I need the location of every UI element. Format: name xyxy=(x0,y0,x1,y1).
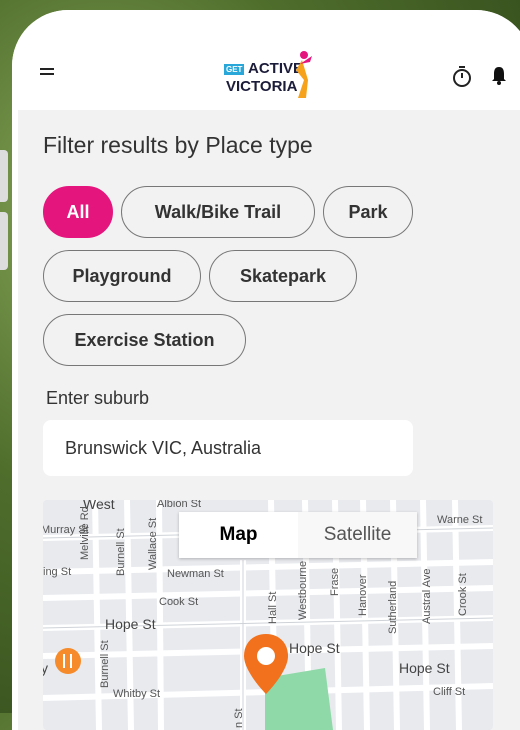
street-label: Hope St xyxy=(105,616,156,632)
restaurant-pin-icon[interactable] xyxy=(53,646,83,676)
logo-figure-icon xyxy=(296,51,312,98)
chip-exercise-station[interactable]: Exercise Station xyxy=(43,314,246,366)
get-active-victoria-logo: GET ACTIVE VICTORIA xyxy=(222,50,314,102)
bell-icon[interactable] xyxy=(490,66,508,86)
street-label: Melville Rd xyxy=(79,506,91,560)
menu-icon[interactable] xyxy=(40,68,54,78)
chip-playground[interactable]: Playground xyxy=(43,250,201,302)
map-type-toggle: Map Satellite xyxy=(179,512,417,558)
map-button[interactable]: Map xyxy=(179,512,298,558)
street-label: Burnell St xyxy=(99,640,111,688)
app-header: GET ACTIVE VICTORIA xyxy=(12,10,520,110)
chip-walk-bike-trail[interactable]: Walk/Bike Trail xyxy=(121,186,315,238)
street-label: Frase xyxy=(329,567,341,596)
suburb-input[interactable] xyxy=(43,420,413,476)
street-label: Wallace St xyxy=(147,517,159,570)
chip-all[interactable]: All xyxy=(43,186,113,238)
chip-skatepark[interactable]: Skatepark xyxy=(209,250,357,302)
background-edge xyxy=(0,150,8,202)
suburb-label: Enter suburb xyxy=(46,388,150,408)
street-label: y xyxy=(43,660,48,676)
street-label: Warne St xyxy=(437,514,483,526)
street-label: Hall St xyxy=(267,591,279,624)
street-label: Crook St xyxy=(457,573,469,616)
street-label: Sutherland xyxy=(387,580,399,634)
street-label: ing St xyxy=(43,566,72,578)
street-label: n St xyxy=(233,708,245,728)
location-pin-icon[interactable] xyxy=(242,632,290,696)
satellite-button[interactable]: Satellite xyxy=(298,512,417,558)
street-label: Westbourne xyxy=(297,560,309,620)
street-label: Austral Ave xyxy=(421,568,433,624)
stopwatch-icon[interactable] xyxy=(452,66,472,88)
app-screen: GET ACTIVE VICTORIA Filter results by Pl… xyxy=(12,10,520,730)
street-label: Cliff St xyxy=(433,686,466,698)
street-label: Newman St xyxy=(167,568,224,580)
filter-panel: Filter results by Place type All Walk/Bi… xyxy=(18,110,520,730)
street-label: Hanover xyxy=(357,574,369,616)
street-label: Burnell St xyxy=(115,528,127,576)
street-label: Hope St xyxy=(399,660,450,676)
background-edge xyxy=(0,212,8,270)
map-view[interactable]: West Albion St Murray St Warne St ing St… xyxy=(43,500,493,730)
street-label: Hope St xyxy=(289,640,340,656)
section-title: Filter results by Place type xyxy=(43,132,313,158)
street-label: Cook St xyxy=(159,596,199,608)
street-label: Whitby St xyxy=(113,688,161,700)
chip-park[interactable]: Park xyxy=(323,186,413,238)
street-label: Albion St xyxy=(157,500,202,510)
